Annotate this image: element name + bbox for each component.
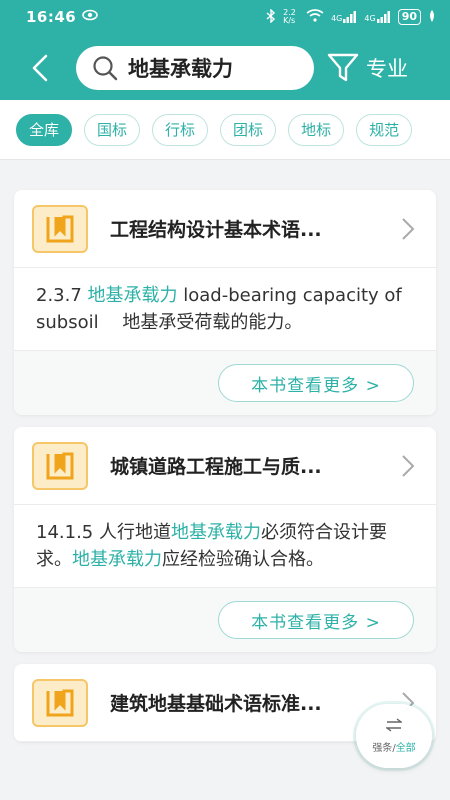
book-icon	[32, 441, 88, 490]
filter-icon	[327, 53, 359, 82]
category-tabs: 全库 国标 行标 团标 地标 规范	[0, 100, 450, 160]
nav-bar: 专业	[0, 40, 450, 96]
toggle-label: 强条/全部	[372, 743, 416, 754]
swap-icon	[384, 718, 404, 735]
result-card: 工程结构设计基本术语... 2.3.7 地基承载力 load-bearing c…	[14, 190, 436, 415]
result-title: 工程结构设计基本术语...	[110, 219, 322, 241]
eye-icon	[82, 9, 99, 25]
result-footer: 本书查看更多 >	[14, 588, 436, 652]
chevron-right-icon	[398, 214, 418, 244]
result-snippet: 2.3.7 地基承载力 load-bearing capacity of sub…	[14, 268, 436, 351]
book-icon	[32, 204, 88, 253]
result-title: 城镇道路工程施工与质...	[110, 456, 322, 478]
header: 16:46 2.2 K/s 4G 4G 90 地基承载力 专业	[0, 0, 450, 100]
keyword-highlight: 地基承载力	[72, 549, 162, 570]
result-header[interactable]: 工程结构设计基本术语...	[14, 190, 436, 268]
search-icon	[93, 56, 118, 81]
mandatory-toggle-button[interactable]: 强条/全部	[356, 704, 432, 768]
battery-level: 90	[397, 9, 421, 25]
result-footer: 本书查看更多 >	[14, 351, 436, 415]
chevron-left-icon	[32, 54, 48, 82]
keyword-highlight: 地基承载力	[87, 285, 178, 306]
tab-national[interactable]: 国标	[84, 113, 141, 146]
tab-group[interactable]: 团标	[220, 113, 277, 146]
tab-all[interactable]: 全库	[16, 113, 73, 146]
wifi-icon	[306, 9, 324, 25]
book-icon	[32, 678, 88, 727]
back-button[interactable]	[20, 48, 60, 88]
result-snippet: 14.1.5 人行地道地基承载力必须符合设计要求。地基承载力应经检验确认合格。	[14, 505, 436, 588]
view-more-button[interactable]: 本书查看更多 >	[218, 601, 414, 639]
signal-icon-2: 4G	[364, 11, 390, 23]
status-icons: 2.2 K/s 4G 4G 90	[266, 7, 436, 26]
signal-icon-1: 4G	[331, 11, 357, 23]
filter-label: 专业	[366, 57, 408, 81]
search-input[interactable]	[128, 56, 298, 80]
tab-spec[interactable]: 规范	[356, 113, 413, 146]
view-more-button[interactable]: 本书查看更多 >	[218, 364, 414, 402]
network-speed: 2.2 K/s	[283, 8, 296, 25]
chevron-right-icon	[398, 451, 418, 481]
leaf-icon	[428, 9, 436, 25]
result-header[interactable]: 城镇道路工程施工与质...	[14, 427, 436, 505]
result-list: 工程结构设计基本术语... 2.3.7 地基承载力 load-bearing c…	[14, 190, 436, 754]
filter-button[interactable]: 专业	[326, 46, 408, 90]
result-title: 建筑地基基础术语标准...	[110, 693, 322, 715]
status-time: 16:46	[26, 8, 77, 26]
tab-industry[interactable]: 行标	[152, 113, 209, 146]
result-card: 城镇道路工程施工与质... 14.1.5 人行地道地基承载力必须符合设计要求。地…	[14, 427, 436, 652]
bluetooth-icon	[266, 7, 276, 26]
tab-local[interactable]: 地标	[288, 113, 345, 146]
status-bar: 16:46 2.2 K/s 4G 4G 90	[0, 0, 450, 34]
keyword-highlight: 地基承载力	[170, 522, 261, 543]
search-box[interactable]	[76, 46, 314, 90]
